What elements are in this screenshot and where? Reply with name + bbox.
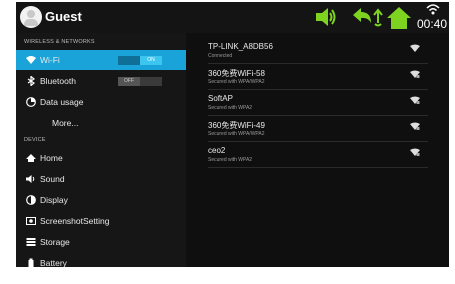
wifi-secure-signal-icon xyxy=(410,148,420,156)
sidebar-item-bluetooth[interactable]: Bluetooth OFF xyxy=(16,71,186,91)
wifi-icon xyxy=(26,56,36,64)
sidebar-item-screenshot[interactable]: ScreenshotSetting xyxy=(16,211,186,231)
network-ssid: ceo2 xyxy=(208,146,226,155)
sidebar-item-label: Wi-Fi xyxy=(40,55,60,65)
sidebar-item-display[interactable]: Display xyxy=(16,190,186,210)
wifi-toggle-state: ON xyxy=(140,56,162,65)
network-status: Secured with WPA2 xyxy=(208,157,253,163)
wifi-signal-icon xyxy=(410,44,420,52)
storage-icon xyxy=(26,238,36,246)
sidebar-item-label: Bluetooth xyxy=(40,76,76,86)
sidebar-item-sound[interactable]: Sound xyxy=(16,169,186,189)
divider xyxy=(208,167,428,168)
tablet-screen: Guest 00:40 WIRELESS & NETWORKS Wi-Fi ON… xyxy=(16,2,449,267)
network-ssid: TP-LINK_A8DB56 xyxy=(208,42,273,51)
bluetooth-icon xyxy=(27,76,36,86)
recent-apps-icon[interactable] xyxy=(371,5,385,29)
volume-icon[interactable] xyxy=(314,5,338,29)
sidebar-item-label: Display xyxy=(40,195,68,205)
clock: 00:40 xyxy=(417,17,448,31)
home-settings-icon xyxy=(26,154,36,162)
speaker-icon xyxy=(26,175,35,183)
sidebar-item-label: More... xyxy=(52,118,79,128)
bluetooth-toggle-state: OFF xyxy=(118,77,140,86)
data-usage-icon xyxy=(26,97,36,107)
list-item[interactable]: 360免费WiFi-49 Secured with WPA/WPA2 xyxy=(208,117,428,142)
list-item[interactable]: SoftAP Secured with WPA2 xyxy=(208,91,428,116)
network-status: Secured with WPA/WPA2 xyxy=(208,131,265,137)
network-status: Secured with WPA2 xyxy=(208,105,253,111)
wifi-secure-signal-icon xyxy=(410,96,420,104)
sidebar-item-storage[interactable]: Storage xyxy=(16,232,186,252)
status-bar: Guest 00:40 xyxy=(16,2,449,33)
network-ssid: SoftAP xyxy=(208,94,233,103)
section-device: DEVICE xyxy=(24,137,46,143)
sidebar-item-battery[interactable]: Battery xyxy=(16,253,186,267)
wifi-network-list: TP-LINK_A8DB56 Connected 360免费WiFi-58 Se… xyxy=(186,33,449,267)
divider xyxy=(208,115,428,116)
sidebar-item-label: Data usage xyxy=(40,97,84,107)
sidebar-item-label: Home xyxy=(40,153,63,163)
divider xyxy=(208,63,428,64)
brightness-icon xyxy=(26,195,36,205)
screenshot-icon xyxy=(26,217,36,225)
sidebar-item-label: Storage xyxy=(40,237,70,247)
network-ssid: 360免费WiFi-58 xyxy=(208,69,265,78)
sidebar-item-label: Sound xyxy=(40,174,65,184)
list-item[interactable]: ceo2 Secured with WPA2 xyxy=(208,143,428,168)
sidebar-item-data-usage[interactable]: Data usage xyxy=(16,92,186,112)
wifi-status-icon xyxy=(426,4,440,15)
network-status: Connected xyxy=(208,53,233,59)
divider xyxy=(208,89,428,90)
user-name: Guest xyxy=(45,9,82,24)
divider xyxy=(208,141,428,142)
wifi-toggle[interactable]: ON xyxy=(118,56,162,65)
wifi-secure-signal-icon xyxy=(410,70,420,78)
section-wireless-networks: WIRELESS & NETWORKS xyxy=(24,39,95,45)
wifi-secure-signal-icon xyxy=(410,122,420,130)
sidebar-item-wifi[interactable]: Wi-Fi ON xyxy=(16,50,186,70)
sidebar-item-home[interactable]: Home xyxy=(16,148,186,168)
network-ssid: 360免费WiFi-49 xyxy=(208,121,265,130)
list-item[interactable]: 360免费WiFi-58 Secured with WPA/WPA2 xyxy=(208,65,428,90)
list-item[interactable]: TP-LINK_A8DB56 Connected xyxy=(208,39,428,64)
user-avatar-icon[interactable] xyxy=(20,6,42,28)
network-status: Secured with WPA/WPA2 xyxy=(208,79,265,85)
sidebar-item-label: ScreenshotSetting xyxy=(40,216,110,226)
battery-icon xyxy=(28,258,34,267)
sidebar-item-more[interactable]: More... xyxy=(16,113,186,133)
sidebar-item-label: Battery xyxy=(40,258,67,267)
bluetooth-toggle[interactable]: OFF xyxy=(118,77,162,86)
home-icon[interactable] xyxy=(386,5,412,31)
settings-sidebar: WIRELESS & NETWORKS Wi-Fi ON Bluetooth O… xyxy=(16,33,186,267)
